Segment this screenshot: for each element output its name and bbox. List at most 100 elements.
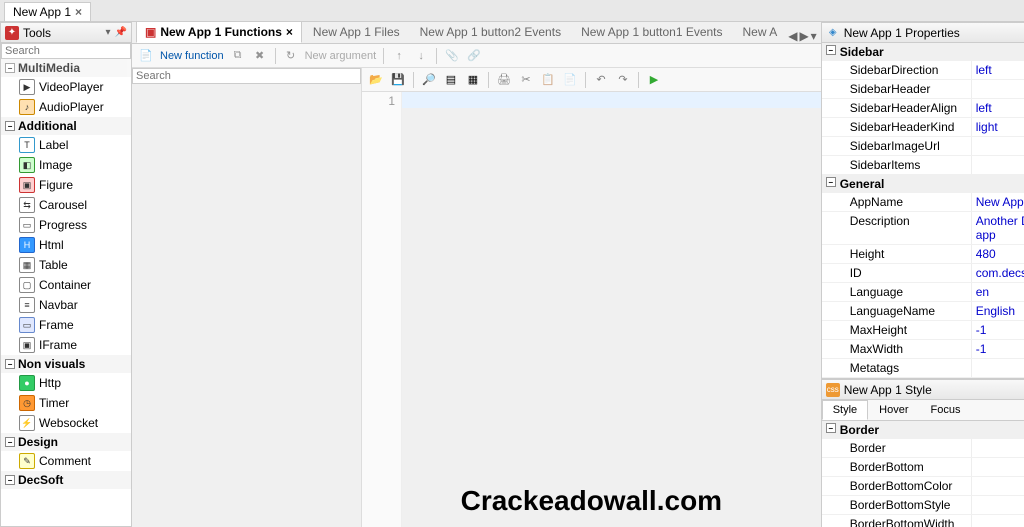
tools-item[interactable]: ≡Navbar xyxy=(1,295,131,315)
tools-search-input[interactable] xyxy=(1,43,131,59)
tab-prev-icon[interactable]: ◀ xyxy=(788,29,797,43)
style-value[interactable] xyxy=(972,496,1024,514)
property-value[interactable]: left xyxy=(972,99,1024,117)
tools-item[interactable]: TLabel xyxy=(1,135,131,155)
tools-item[interactable]: ◧Image xyxy=(1,155,131,175)
run-icon[interactable]: ▶ xyxy=(644,70,664,90)
property-value[interactable] xyxy=(972,80,1024,98)
property-row[interactable]: SidebarHeaderAlignleft xyxy=(822,99,1024,118)
property-value[interactable]: New App 1 xyxy=(972,193,1024,211)
file-tab[interactable]: New App 1 Files xyxy=(304,22,409,43)
tools-category[interactable]: −Design xyxy=(1,433,131,451)
link-icon[interactable]: 🔗 xyxy=(464,46,484,66)
tools-item[interactable]: ●Http xyxy=(1,373,131,393)
attach-icon[interactable]: 📎 xyxy=(442,46,462,66)
tools-item[interactable]: ▣IFrame xyxy=(1,335,131,355)
expand-icon[interactable]: − xyxy=(5,63,15,73)
property-group[interactable]: −General xyxy=(822,175,1024,193)
style-group[interactable]: −Border xyxy=(822,421,1024,439)
tools-category[interactable]: −DecSoft xyxy=(1,471,131,489)
style-value[interactable] xyxy=(972,477,1024,495)
properties-grid[interactable]: −SidebarSidebarDirectionleftSidebarHeade… xyxy=(822,43,1024,378)
delete-fn-icon[interactable]: ✖ xyxy=(250,46,270,66)
new-function-label[interactable]: New function xyxy=(158,50,226,62)
code-editor[interactable]: 📂 💾 🔎 ▤ ▦ 🖨 ✂ 📋 📄 ↶ ↷ ▶ xyxy=(362,68,821,527)
property-value[interactable]: English xyxy=(972,302,1024,320)
collapse-icon[interactable]: − xyxy=(826,45,836,55)
property-row[interactable]: LanguageNameEnglish xyxy=(822,302,1024,321)
property-row[interactable]: DescriptionAnother DecSoft App Builder a… xyxy=(822,212,1024,245)
file-tab[interactable]: New App 1 button1 Events xyxy=(572,22,731,43)
property-value[interactable]: -1 xyxy=(972,321,1024,339)
close-icon[interactable]: × xyxy=(75,5,82,19)
print-icon[interactable]: 🖨 xyxy=(494,70,514,90)
tools-category[interactable]: −MultiMedia xyxy=(1,59,131,77)
property-row[interactable]: Metatags xyxy=(822,359,1024,378)
replace-icon[interactable]: ▤ xyxy=(441,70,461,90)
paste-icon[interactable]: 📄 xyxy=(560,70,580,90)
redo-icon[interactable]: ↷ xyxy=(613,70,633,90)
style-row[interactable]: BorderBottomColor xyxy=(822,477,1024,496)
style-value[interactable] xyxy=(972,439,1024,457)
property-row[interactable]: Languageen xyxy=(822,283,1024,302)
style-tab[interactable]: Hover xyxy=(868,400,919,420)
new-arg-icon[interactable]: ↻ xyxy=(281,46,301,66)
property-value[interactable]: light xyxy=(972,118,1024,136)
style-value[interactable] xyxy=(972,515,1024,527)
style-row[interactable]: Border xyxy=(822,439,1024,458)
tools-item[interactable]: ▶VideoPlayer xyxy=(1,77,131,97)
tools-item[interactable]: ▣Figure xyxy=(1,175,131,195)
tools-item[interactable]: ▭Frame xyxy=(1,315,131,335)
property-row[interactable]: MaxWidth-1 xyxy=(822,340,1024,359)
property-row[interactable]: SidebarItems xyxy=(822,156,1024,175)
tools-category[interactable]: −Non visuals xyxy=(1,355,131,373)
property-row[interactable]: Height480 xyxy=(822,245,1024,264)
property-value[interactable]: com.decsoft.appbuilder xyxy=(972,264,1024,282)
save-icon[interactable]: 💾 xyxy=(388,70,408,90)
undo-icon[interactable]: ↶ xyxy=(591,70,611,90)
property-value[interactable] xyxy=(972,156,1024,174)
expand-icon[interactable]: − xyxy=(5,437,15,447)
expand-icon[interactable]: − xyxy=(5,121,15,131)
copy-fn-icon[interactable]: ⧉ xyxy=(228,46,248,66)
open-icon[interactable]: 📂 xyxy=(366,70,386,90)
property-group[interactable]: −Sidebar xyxy=(822,43,1024,61)
tools-item[interactable]: ▦Table xyxy=(1,255,131,275)
property-value[interactable]: 480 xyxy=(972,245,1024,263)
move-up-icon[interactable]: ↑ xyxy=(389,46,409,66)
tools-item[interactable]: ▢Container xyxy=(1,275,131,295)
property-value[interactable]: -1 xyxy=(972,340,1024,358)
style-grid[interactable]: −BorderBorderBorderBottomBorderBottomCol… xyxy=(822,421,1024,527)
property-row[interactable]: SidebarImageUrl xyxy=(822,137,1024,156)
tools-item[interactable]: ⇆Carousel xyxy=(1,195,131,215)
tools-item[interactable]: ⚡Websocket xyxy=(1,413,131,433)
new-function-icon[interactable]: 📄 xyxy=(136,46,156,66)
move-down-icon[interactable]: ↓ xyxy=(411,46,431,66)
pin-icon[interactable]: 📌 xyxy=(115,27,127,38)
property-value[interactable]: left xyxy=(972,61,1024,79)
tools-category[interactable]: −Additional xyxy=(1,117,131,135)
tools-item[interactable]: HHtml xyxy=(1,235,131,255)
style-row[interactable]: BorderBottomWidth xyxy=(822,515,1024,527)
style-tab[interactable]: Focus xyxy=(920,400,972,420)
copy-icon[interactable]: 📋 xyxy=(538,70,558,90)
tools-item[interactable]: ▭Progress xyxy=(1,215,131,235)
tools-item[interactable]: ✎Comment xyxy=(1,451,131,471)
expand-icon[interactable]: − xyxy=(5,475,15,485)
property-row[interactable]: MaxHeight-1 xyxy=(822,321,1024,340)
style-tab[interactable]: Style xyxy=(822,400,868,420)
property-value[interactable]: Another DecSoft App Builder app xyxy=(972,212,1024,244)
expand-icon[interactable]: − xyxy=(5,359,15,369)
close-icon[interactable]: × xyxy=(286,25,293,39)
app-tab[interactable]: New App 1 × xyxy=(4,2,91,21)
find-icon[interactable]: 🔎 xyxy=(419,70,439,90)
collapse-icon[interactable]: − xyxy=(826,423,836,433)
tools-item[interactable]: ◷Timer xyxy=(1,393,131,413)
file-tab[interactable]: ▣New App 1 Functions× xyxy=(136,22,302,43)
tools-item[interactable]: ♪AudioPlayer xyxy=(1,97,131,117)
grid-icon[interactable]: ▦ xyxy=(463,70,483,90)
property-row[interactable]: SidebarHeader xyxy=(822,80,1024,99)
style-row[interactable]: BorderBottomStyle xyxy=(822,496,1024,515)
chevron-down-icon[interactable]: ▾ xyxy=(106,27,111,38)
style-value[interactable] xyxy=(972,458,1024,476)
